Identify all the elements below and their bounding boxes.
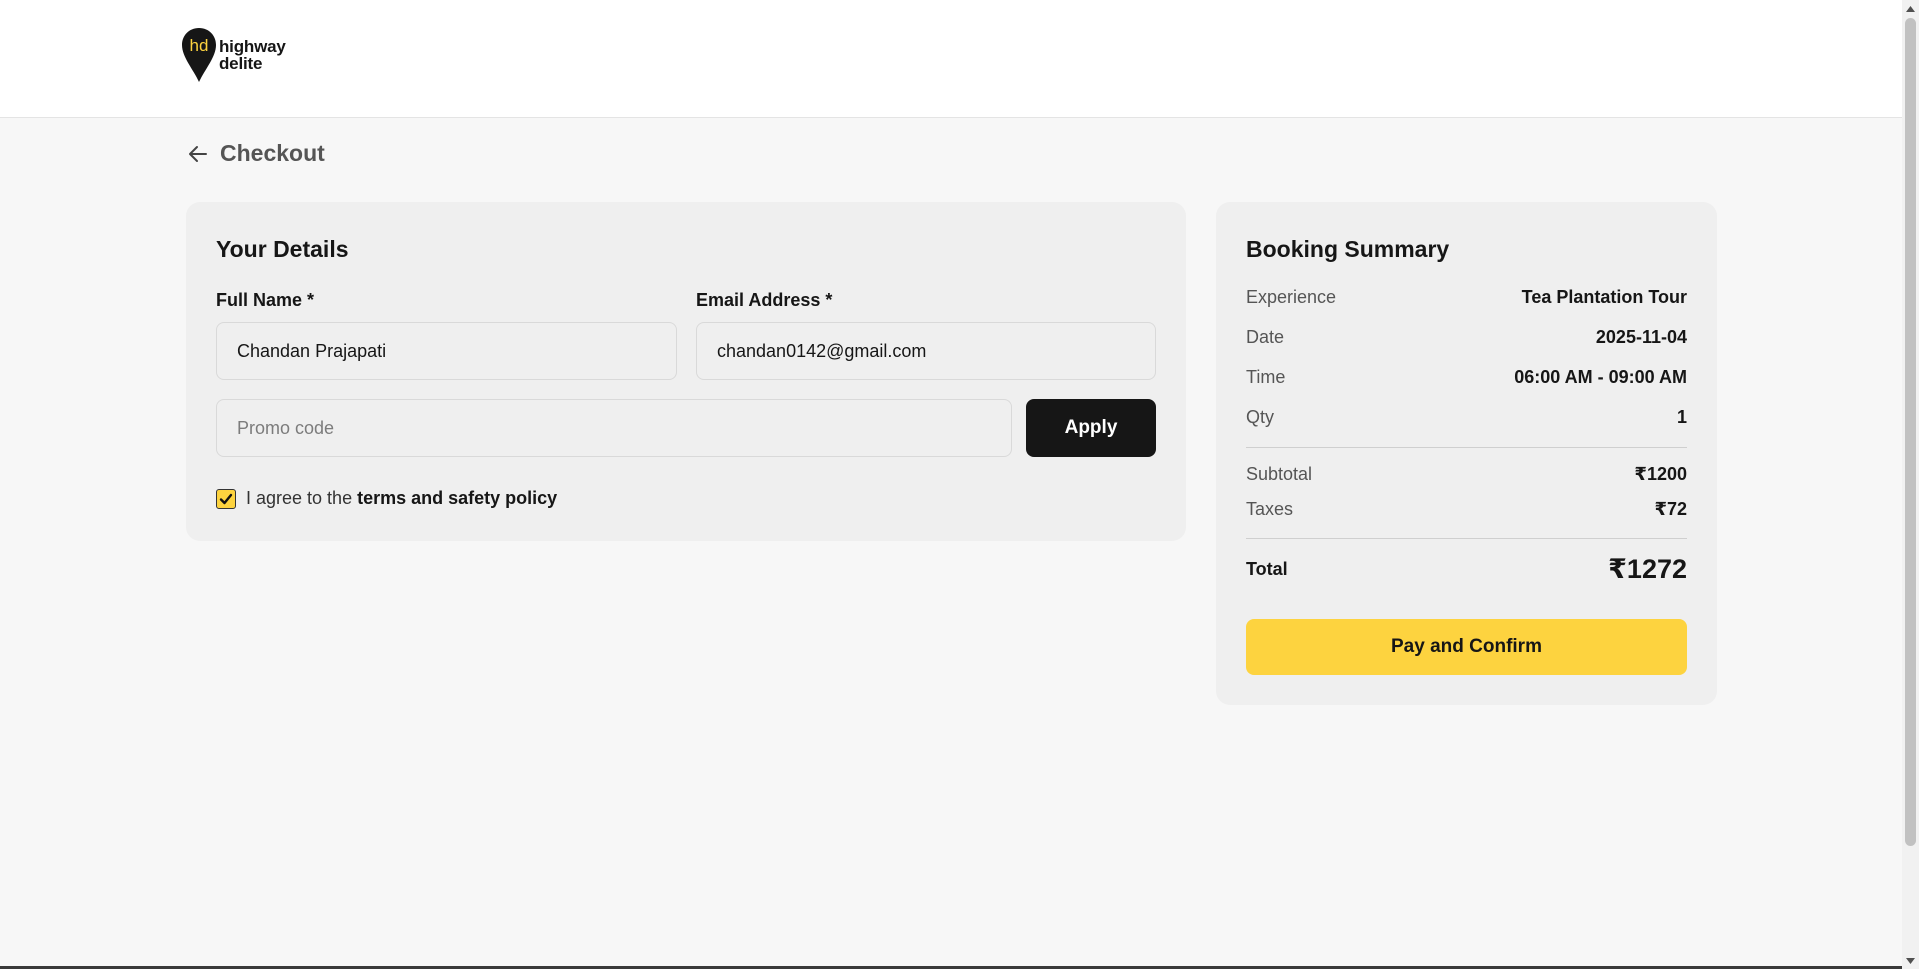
total-row: Total ₹1272 [1246, 554, 1687, 585]
scrollbar-thumb[interactable] [1905, 18, 1916, 846]
your-details-card: Your Details Full Name * Email Address *… [186, 202, 1186, 541]
scroll-up-arrow-icon[interactable] [1902, 0, 1919, 17]
booking-summary-card: Booking Summary Experience Tea Plantatio… [1216, 202, 1717, 705]
summary-row-experience: Experience Tea Plantation Tour [1246, 287, 1687, 308]
summary-row-label: Qty [1246, 407, 1275, 427]
summary-row-label: Time [1246, 367, 1286, 387]
email-label: Email Address * [696, 290, 833, 310]
scroll-down-arrow-icon[interactable] [1902, 952, 1919, 969]
logo-mark-text: hd [190, 36, 209, 55]
terms-text: I agree to the terms and safety policy [246, 488, 557, 509]
full-name-input[interactable] [216, 322, 677, 380]
site-header: hd highway delite [0, 0, 1902, 118]
summary-row-date: Date 2025-11-04 [1246, 327, 1687, 348]
booking-summary-title: Booking Summary [1246, 236, 1450, 262]
your-details-title: Your Details [216, 236, 349, 262]
taxes-label: Taxes [1246, 499, 1294, 519]
checkout-page: hd highway delite Checkout Your Details … [0, 0, 1902, 969]
summary-row-value: 1 [1676, 407, 1687, 427]
summary-row-value: Tea Plantation Tour [1521, 287, 1687, 307]
terms-prefix: I agree to the [246, 488, 353, 508]
terms-checkbox[interactable] [216, 488, 236, 509]
brand-name-line1: highway [219, 37, 286, 56]
email-input[interactable] [696, 322, 1156, 380]
brand-name-line2: delite [219, 54, 263, 73]
terms-agreement: I agree to the terms and safety policy [216, 488, 557, 509]
summary-row-label: Experience [1246, 287, 1337, 307]
summary-row-time: Time 06:00 AM - 09:00 AM [1246, 367, 1687, 388]
summary-divider [1246, 447, 1687, 448]
summary-row-label: Date [1246, 327, 1285, 347]
terms-policy-link[interactable]: terms and safety policy [357, 488, 557, 508]
total-value: ₹1272 [1608, 554, 1687, 584]
checkmark-icon [219, 493, 233, 504]
summary-divider [1246, 538, 1687, 539]
full-name-label: Full Name * [216, 290, 315, 310]
subtotal-label: Subtotal [1246, 464, 1313, 484]
summary-row-qty: Qty 1 [1246, 407, 1687, 428]
brand-logo[interactable]: hd highway delite [181, 27, 286, 83]
arrow-left-icon[interactable] [186, 142, 210, 166]
pay-and-confirm-button[interactable]: Pay and Confirm [1246, 619, 1687, 675]
location-pin-logo-icon: hd [182, 28, 216, 82]
subtotal-value: ₹1200 [1634, 464, 1687, 484]
subtotal-row: Subtotal ₹1200 [1246, 464, 1687, 485]
brand-name: highway delite [219, 38, 286, 72]
page-title: Checkout [220, 140, 325, 166]
summary-row-value: 2025-11-04 [1595, 327, 1687, 347]
taxes-value: ₹72 [1654, 499, 1687, 519]
taxes-row: Taxes ₹72 [1246, 499, 1687, 520]
vertical-scrollbar[interactable] [1902, 0, 1919, 969]
apply-promo-button[interactable]: Apply [1026, 399, 1156, 457]
page-title-row: Checkout [186, 140, 325, 167]
summary-row-value: 06:00 AM - 09:00 AM [1514, 367, 1687, 387]
total-label: Total [1246, 559, 1288, 579]
promo-code-input[interactable] [216, 399, 1012, 457]
